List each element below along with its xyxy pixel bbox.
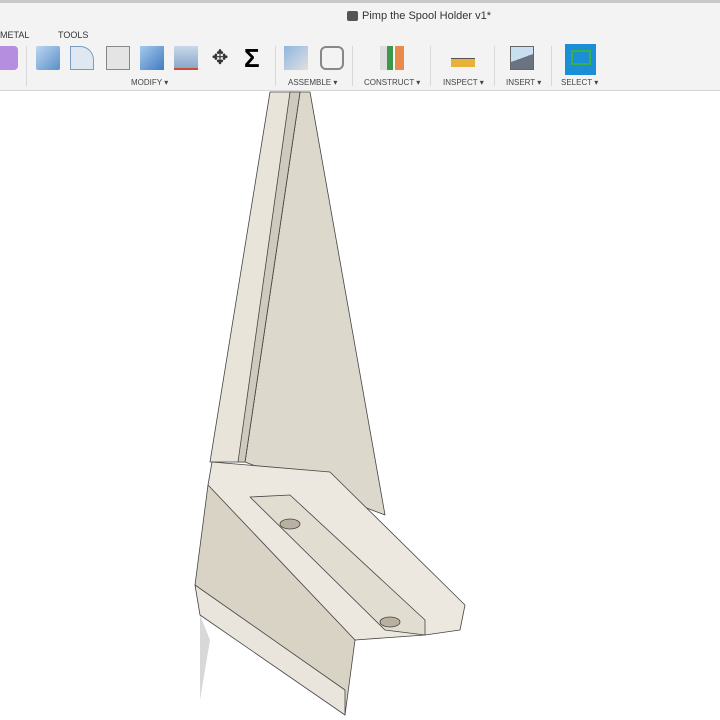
divider	[26, 46, 27, 86]
document-title: Pimp the Spool Holder v1*	[347, 10, 491, 22]
split-face-icon[interactable]	[174, 46, 198, 70]
assemble-menu[interactable]: ASSEMBLE ▾	[288, 78, 337, 87]
divider	[275, 46, 276, 86]
select-menu[interactable]: SELECT ▾	[561, 78, 598, 87]
new-component-icon[interactable]	[284, 46, 308, 70]
divider	[551, 46, 552, 86]
modify-menu[interactable]: MODIFY ▾	[131, 78, 168, 87]
divider	[494, 46, 495, 86]
select-icon[interactable]	[565, 44, 596, 75]
model-viewport[interactable]	[0, 90, 720, 720]
sigma-icon[interactable]: Σ	[244, 45, 268, 71]
insert-image-icon[interactable]	[510, 46, 534, 70]
mesh-icon[interactable]	[0, 46, 18, 70]
shadow	[200, 615, 210, 700]
screw-hole	[379, 616, 401, 628]
construct-menu[interactable]: CONSTRUCT ▾	[364, 78, 420, 87]
tab-tools[interactable]: TOOLS	[58, 30, 88, 40]
title-bar: Pimp the Spool Holder v1*	[0, 0, 720, 28]
insert-menu[interactable]: INSERT ▾	[506, 78, 541, 87]
divider	[352, 46, 353, 86]
screw-hole	[279, 518, 301, 530]
move-icon[interactable]: ✥	[208, 46, 232, 70]
document-icon	[347, 11, 358, 21]
shell-icon[interactable]	[106, 46, 130, 70]
press-pull-icon[interactable]	[36, 46, 60, 70]
joint-icon[interactable]	[320, 46, 344, 70]
measure-icon[interactable]	[451, 58, 475, 67]
tab-sheet-metal[interactable]: METAL	[0, 30, 29, 40]
divider	[430, 46, 431, 86]
combine-icon[interactable]	[140, 46, 164, 70]
inspect-menu[interactable]: INSPECT ▾	[443, 78, 484, 87]
construct-plane-icon[interactable]	[380, 46, 404, 70]
